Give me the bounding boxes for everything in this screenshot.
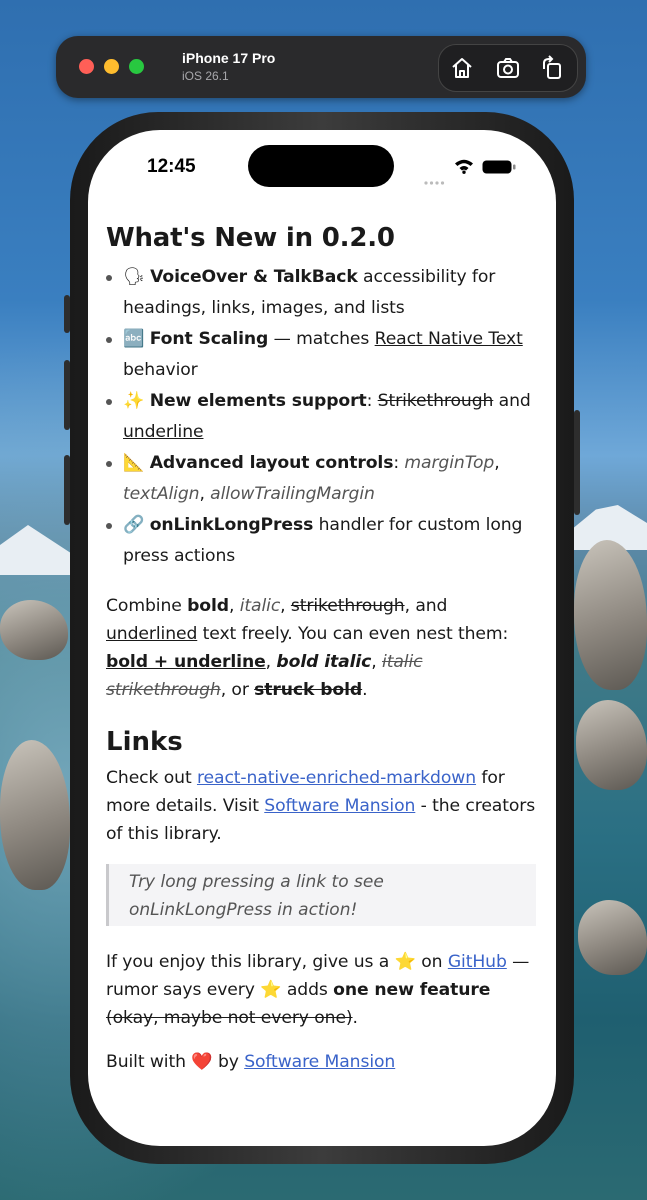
bold-text: onLinkLongPress <box>149 515 314 535</box>
close-window-button[interactable] <box>79 59 94 74</box>
sparkles-icon: ✨ <box>123 391 145 411</box>
list-item: 🗣 VoiceOver & TalkBack accessibility for… <box>106 262 536 324</box>
links-heading: Links <box>106 727 183 757</box>
italic-text: italic <box>239 596 281 616</box>
github-link[interactable]: GitHub <box>448 952 507 972</box>
simulator-tools <box>438 44 578 92</box>
bold-text: one new feature <box>333 980 491 1000</box>
text: on <box>415 952 448 972</box>
background-rock <box>574 540 647 690</box>
bold-text: VoiceOver & TalkBack <box>150 267 358 287</box>
markdown-repo-link[interactable]: react-native-enriched-markdown <box>197 768 476 788</box>
formatting-paragraph: Combine bold, italic, strikethrough, and… <box>106 592 536 704</box>
text: Combine <box>106 596 188 616</box>
list-item: ✨ New elements support: Strikethrough an… <box>106 386 536 448</box>
struck-bold-text: struck bold <box>254 680 363 700</box>
text: adds <box>281 980 334 1000</box>
software-mansion-footer-link[interactable]: Software Mansion <box>244 1052 395 1072</box>
enjoy-paragraph: If you enjoy this library, give us a ⭐ o… <box>106 948 536 1032</box>
strikethrough-text: Strikethrough <box>377 391 494 411</box>
text: , <box>280 596 291 616</box>
features-list: 🗣 VoiceOver & TalkBack accessibility for… <box>106 262 536 572</box>
strikethrough-text: strikethrough <box>290 596 405 616</box>
text: , or <box>220 680 255 700</box>
os-version: iOS 26.1 <box>182 69 229 83</box>
device-name: iPhone 17 Pro <box>182 50 276 66</box>
list-item-text: : <box>393 453 405 473</box>
bold-underline-text: bold + underline <box>106 652 266 672</box>
text: text freely. You can even nest them: <box>197 624 509 644</box>
page-title: What's New in 0.2.0 <box>106 223 395 253</box>
home-icon[interactable] <box>449 55 475 81</box>
italic-text: textAlign <box>123 484 200 504</box>
italic-text: marginTop <box>404 453 495 473</box>
status-icons <box>424 158 516 185</box>
bold-text: bold <box>187 596 229 616</box>
text: , <box>228 596 240 616</box>
triangular-ruler-icon: 📐 <box>123 453 145 473</box>
list-item: 📐 Advanced layout controls: marginTop, t… <box>106 448 536 510</box>
simulator-toolbar: iPhone 17 Pro iOS 26.1 <box>56 36 586 98</box>
list-item-text: , <box>494 453 500 473</box>
software-mansion-link[interactable]: Software Mansion <box>264 796 415 816</box>
built-with-paragraph: Built with ❤️ by Software Mansion <box>106 1048 536 1076</box>
list-item-text: , <box>199 484 211 504</box>
text: , and <box>404 596 448 616</box>
background-mountain-left <box>0 525 70 575</box>
text: . <box>352 1008 358 1028</box>
status-time: 12:45 <box>147 156 196 177</box>
star-icon: ⭐ <box>394 952 416 972</box>
wifi-icon <box>454 158 474 178</box>
markdown-content: What's New in 0.2.0 🗣 VoiceOver & TalkBa… <box>106 216 536 1076</box>
text: Built with <box>106 1052 192 1072</box>
abc-icon: 🔤 <box>123 329 145 349</box>
bold-italic-text: bold italic <box>276 652 372 672</box>
underlined-text: underlined <box>106 624 198 644</box>
phone-screen: 12:45 What's New in 0.2.0 🗣 VoiceOver & … <box>88 130 556 1146</box>
volume-down-button[interactable] <box>64 455 70 525</box>
rotate-icon[interactable] <box>539 55 565 81</box>
list-item: 🔗 onLinkLongPress handler for custom lon… <box>106 510 536 572</box>
text: , <box>265 652 277 672</box>
background-rock <box>0 600 68 660</box>
volume-up-button[interactable] <box>64 360 70 430</box>
list-item-text: behavior <box>123 360 198 380</box>
list-item-text: — matches <box>268 329 375 349</box>
background-rock <box>0 740 70 890</box>
text: . <box>362 680 368 700</box>
minimize-window-button[interactable] <box>104 59 119 74</box>
strikethrough-text: (okay, maybe not every one) <box>106 1008 353 1028</box>
list-item-text: and <box>493 391 531 411</box>
action-button[interactable] <box>64 295 70 333</box>
background-rock <box>576 700 647 790</box>
speaking-head-icon: 🗣 <box>123 267 145 287</box>
text: If you enjoy this library, give us a <box>106 952 395 972</box>
bold-text: Advanced layout controls <box>149 453 394 473</box>
zoom-window-button[interactable] <box>129 59 144 74</box>
blockquote: Try long pressing a link to see onLinkLo… <box>106 864 536 926</box>
text: Check out <box>106 768 197 788</box>
screenshot-icon[interactable] <box>495 55 521 81</box>
underlined-text: underline <box>123 422 204 442</box>
links-paragraph: Check out react-native-enriched-markdown… <box>106 764 536 848</box>
bold-text: New elements support <box>149 391 367 411</box>
battery-icon <box>482 159 516 178</box>
underlined-text: React Native Text <box>374 329 523 349</box>
dynamic-island <box>248 145 394 187</box>
italic-text: allowTrailingMargin <box>210 484 375 504</box>
background-rock <box>578 900 647 975</box>
signal-icon <box>424 170 446 189</box>
bold-text: Font Scaling <box>149 329 269 349</box>
heart-icon: ❤️ <box>191 1052 213 1072</box>
text: , <box>371 652 383 672</box>
list-item-text: : <box>366 391 378 411</box>
text: by <box>212 1052 245 1072</box>
star-icon: ⭐ <box>260 980 282 1000</box>
link-icon: 🔗 <box>123 515 145 535</box>
power-button[interactable] <box>574 410 580 515</box>
list-item: 🔤 Font Scaling — matches React Native Te… <box>106 324 536 386</box>
